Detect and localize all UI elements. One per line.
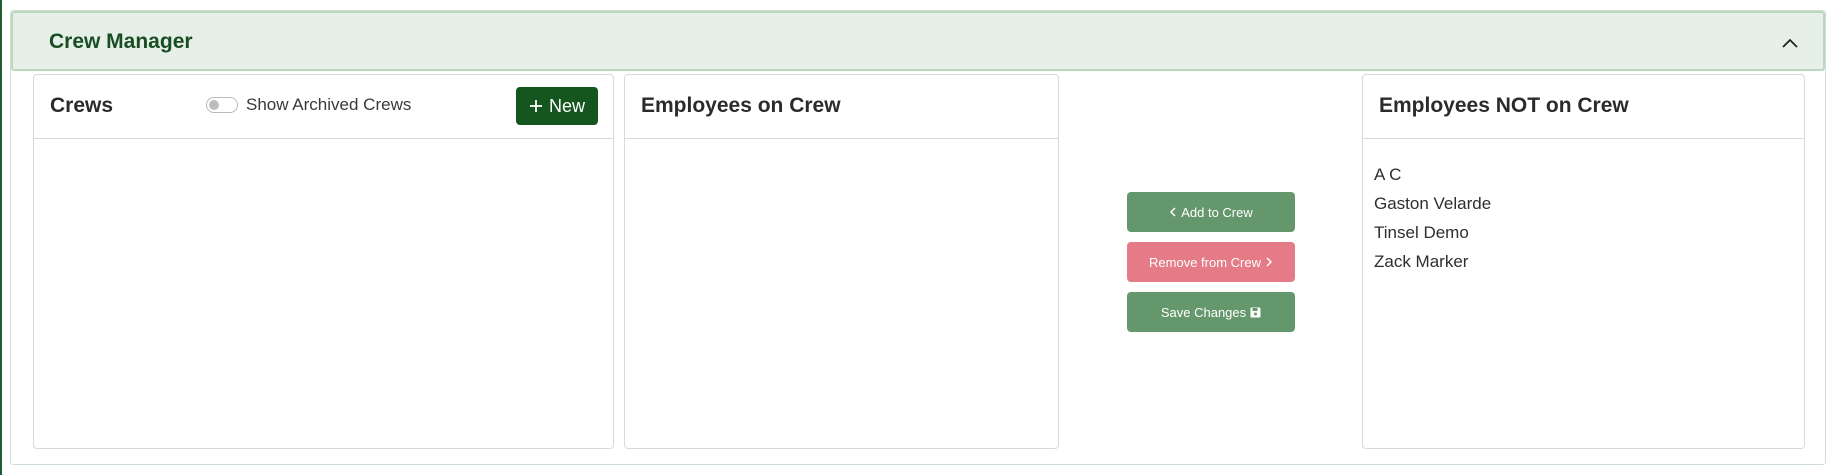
show-archived-label: Show Archived Crews [246,95,412,114]
employees-on-crew-title: Employees on Crew [641,94,841,117]
remove-from-crew-button[interactable]: Remove from Crew [1127,242,1295,282]
employees-not-on-crew-header: Employees NOT on Crew [1363,75,1804,139]
list-item[interactable]: A C [1374,160,1804,189]
list-item[interactable]: Tinsel Demo [1374,218,1804,247]
chevron-up-icon[interactable] [1779,32,1801,54]
list-item[interactable]: Gaston Velarde [1374,189,1804,218]
employees-on-crew-list [625,139,1058,160]
new-crew-button[interactable]: New [516,87,598,125]
toggle-knob [209,100,219,110]
left-edge-accent [0,0,2,475]
floppy-disk-icon [1250,307,1261,317]
save-changes-label: Save Changes [1160,304,1247,320]
list-item[interactable]: Zack Marker [1374,247,1804,276]
chevron-left-icon [1170,207,1176,217]
new-button-label: New [548,95,585,116]
chevron-right-icon [1266,257,1273,267]
plus-icon [529,100,542,112]
employees-not-on-crew-title: Employees NOT on Crew [1379,94,1629,117]
crews-title: Crews [50,94,114,117]
add-to-crew-button[interactable]: Add to Crew [1127,192,1295,232]
employees-on-crew-header: Employees on Crew [625,75,1058,139]
panel-header[interactable]: Crew Manager [11,11,1825,71]
employees-not-on-crew-list: A C Gaston Velarde Tinsel Demo Zack Mark… [1363,139,1804,276]
add-to-crew-label: Add to Crew [1181,204,1253,220]
show-archived-toggle[interactable]: Show Archived Crews [206,95,411,115]
employees-on-crew-card: Employees on Crew [624,74,1059,449]
remove-from-crew-label: Remove from Crew [1149,254,1261,270]
crews-card-header: Crews Show Archived Crews New [34,75,613,139]
save-changes-button[interactable]: Save Changes [1127,292,1295,332]
crews-card: Crews Show Archived Crews New [33,74,614,449]
employees-not-on-crew-card: Employees NOT on Crew A C Gaston Velarde… [1362,74,1805,449]
toggle-switch[interactable] [206,97,238,113]
panel-title: Crew Manager [49,30,193,53]
